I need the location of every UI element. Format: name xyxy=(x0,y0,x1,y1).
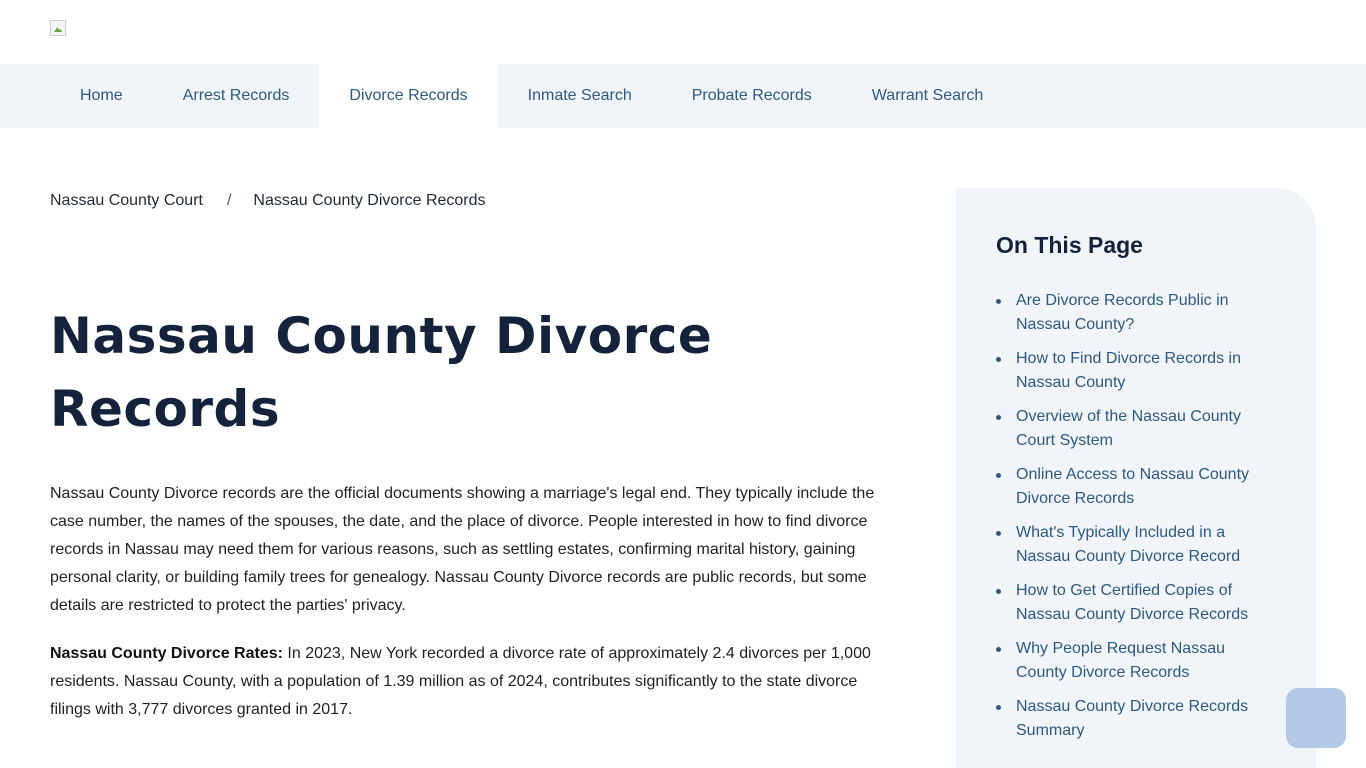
nav-inmate-search[interactable]: Inmate Search xyxy=(498,64,662,128)
rates-paragraph: Nassau County Divorce Rates: In 2023, Ne… xyxy=(50,640,890,724)
breadcrumb-separator: / xyxy=(226,192,232,209)
breadcrumb-parent-link[interactable]: Nassau County Court xyxy=(50,192,203,210)
nav-home[interactable]: Home xyxy=(50,64,153,128)
main-nav: Home Arrest Records Divorce Records Inma… xyxy=(0,64,1366,128)
toc-list: Are Divorce Records Public in Nassau Cou… xyxy=(996,289,1276,743)
floating-action-button[interactable] xyxy=(1286,688,1346,748)
toc-link[interactable]: Are Divorce Records Public in Nassau Cou… xyxy=(996,289,1256,337)
nav-warrant-search[interactable]: Warrant Search xyxy=(842,64,1013,128)
toc-link[interactable]: What's Typically Included in a Nassau Co… xyxy=(996,521,1256,569)
toc-link[interactable]: Online Access to Nassau County Divorce R… xyxy=(996,463,1256,511)
nav-probate-records[interactable]: Probate Records xyxy=(662,64,842,128)
site-logo[interactable] xyxy=(50,20,66,36)
toc-title: On This Page xyxy=(996,232,1143,258)
toc-link[interactable]: How to Find Divorce Records in Nassau Co… xyxy=(996,347,1256,395)
toc-link[interactable]: How to Get Certified Copies of Nassau Co… xyxy=(996,579,1256,627)
broken-image-icon xyxy=(50,20,66,36)
breadcrumb: Nassau County Court / Nassau County Divo… xyxy=(50,192,486,210)
breadcrumb-current: Nassau County Divorce Records xyxy=(253,192,486,209)
nav-arrest-records[interactable]: Arrest Records xyxy=(153,64,320,128)
table-of-contents: On This Page Are Divorce Records Public … xyxy=(956,188,1316,768)
intro-paragraph: Nassau County Divorce records are the of… xyxy=(50,485,875,614)
rates-label: Nassau County Divorce Rates: xyxy=(50,645,283,662)
toc-link[interactable]: Overview of the Nassau County Court Syst… xyxy=(996,405,1256,453)
toc-link[interactable]: Why People Request Nassau County Divorce… xyxy=(996,637,1256,685)
toc-link[interactable]: Nassau County Divorce Records Summary xyxy=(996,695,1256,743)
page-title: Nassau County Divorce Records xyxy=(50,307,713,438)
nav-divorce-records[interactable]: Divorce Records xyxy=(319,64,498,128)
